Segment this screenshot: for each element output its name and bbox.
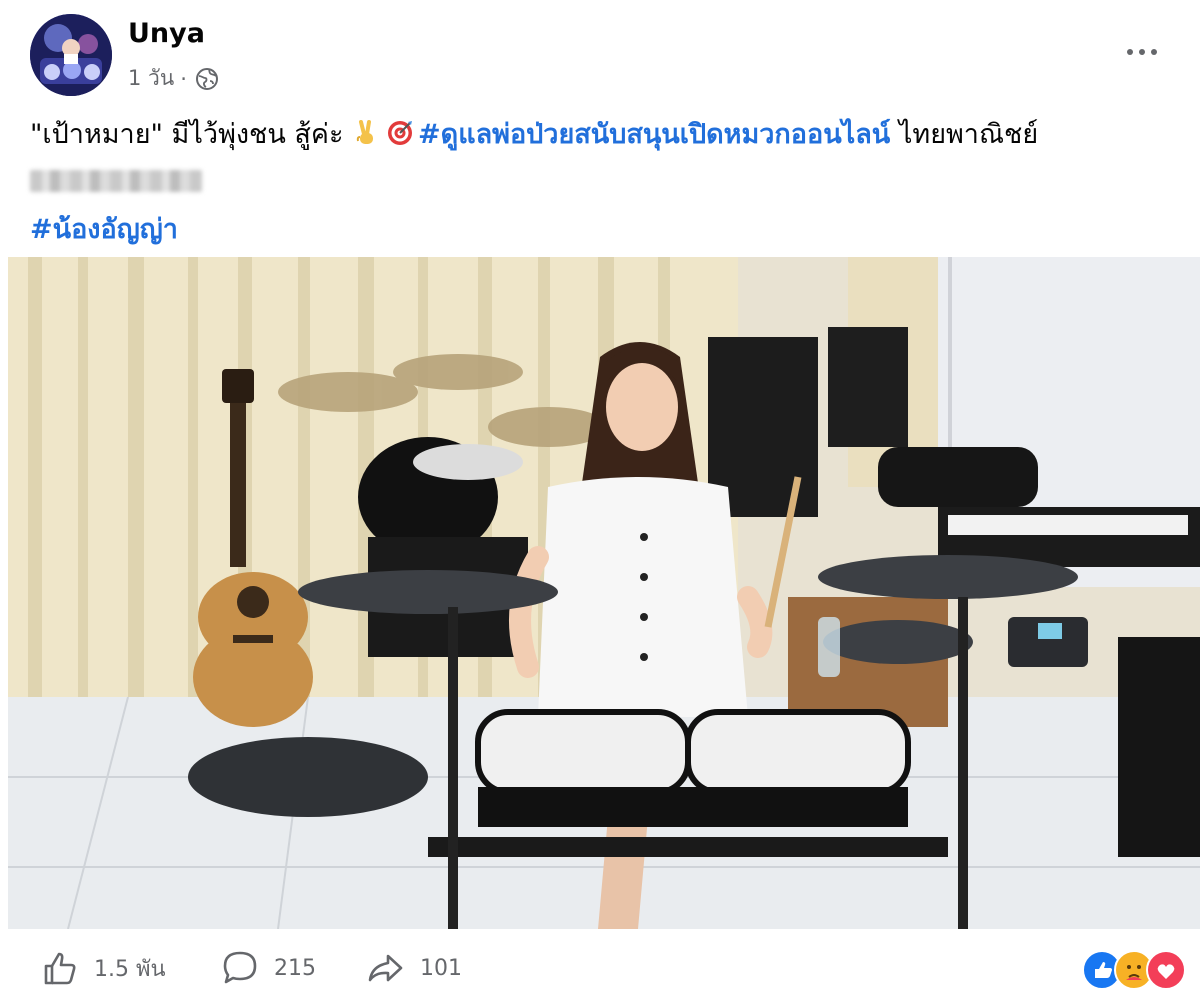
reactions-summary[interactable] xyxy=(1082,950,1186,990)
thumbs-up-icon xyxy=(44,952,76,985)
post-header: Unya 1 วัน · xyxy=(0,0,1200,110)
love-reaction-icon[interactable] xyxy=(1146,950,1186,990)
share-button[interactable]: 101 xyxy=(366,948,462,988)
hashtag-link-2[interactable]: #น้องอัญญ่า xyxy=(30,214,178,245)
like-count: 1.5 พัน xyxy=(94,956,166,982)
post-text: "เป้าหมาย" มีไว้พุ่งชน สู้ค่ะ #ดูแลพ่อป่… xyxy=(30,112,1170,253)
facebook-post: Unya 1 วัน · "เป้าหมาย" มีไว้พุ่งชน สู้ค… xyxy=(0,0,1200,1002)
post-footer: 1.5 พัน 215 101 xyxy=(0,930,1200,1002)
author-name[interactable]: Unya xyxy=(128,18,205,49)
post-video-image[interactable] xyxy=(8,257,1200,929)
author-avatar[interactable] xyxy=(30,14,112,96)
more-options-icon[interactable] xyxy=(1120,30,1164,74)
post-text-part-2: ไทยพาณิชย์ xyxy=(890,119,1039,150)
globe-icon xyxy=(195,67,219,91)
post-text-line-2 xyxy=(30,158,1170,207)
blurred-account-number xyxy=(30,170,202,192)
share-icon xyxy=(368,954,403,982)
like-button[interactable]: 1.5 พัน xyxy=(40,948,166,988)
post-text-line-1: "เป้าหมาย" มีไว้พุ่งชน สู้ค่ะ #ดูแลพ่อป่… xyxy=(30,112,1170,158)
background-drum-kit xyxy=(358,437,528,657)
share-count: 101 xyxy=(420,955,462,981)
hashtag-link-1[interactable]: #ดูแลพ่อป่วยสนับสนุนเปิดหมวกออนไลน์ xyxy=(418,119,890,150)
victory-hand-emoji-icon xyxy=(352,116,380,144)
post-meta: 1 วัน · xyxy=(128,62,219,95)
post-timestamp[interactable]: 1 วัน xyxy=(128,62,174,95)
comment-icon xyxy=(223,951,257,984)
post-text-line-3: #น้องอัญญ่า xyxy=(30,207,1170,253)
target-emoji-icon xyxy=(386,116,414,145)
meta-separator: · xyxy=(180,66,187,91)
post-text-part-1: "เป้าหมาย" มีไว้พุ่งชน สู้ค่ะ xyxy=(30,119,344,150)
comment-count: 215 xyxy=(274,955,316,981)
comment-button[interactable]: 215 xyxy=(220,948,316,988)
